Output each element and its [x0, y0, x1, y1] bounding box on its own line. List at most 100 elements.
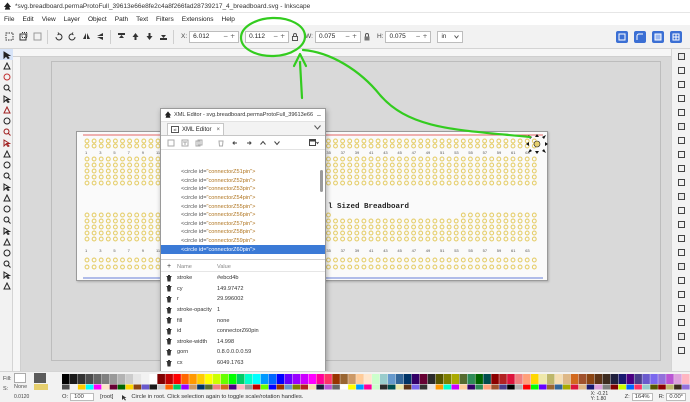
tree-scrollbar[interactable]	[320, 170, 323, 192]
minimize-icon[interactable]: –	[313, 112, 325, 119]
paste-icon[interactable]	[672, 189, 690, 203]
add-attribute-button[interactable]: +	[161, 263, 177, 270]
tweak-tool-icon[interactable]	[0, 71, 13, 82]
attribute-row[interactable]: cy 149.97472	[161, 284, 325, 295]
layers-icon[interactable]	[672, 343, 690, 357]
new-element-node-icon[interactable]	[165, 138, 177, 148]
gradient-tool-icon[interactable]	[0, 236, 13, 247]
menu-extensions[interactable]: Extensions	[178, 16, 218, 23]
delete-attribute-icon[interactable]	[161, 274, 177, 282]
xml-editor-titlebar[interactable]: XML Editor - svg.breadboard.permaProtoFu…	[161, 109, 325, 122]
fill-stroke-icon[interactable]	[672, 301, 690, 315]
attribute-row[interactable]: cx 6049.1763	[161, 358, 325, 369]
h-stepper[interactable]: − +	[416, 33, 428, 40]
unit-select[interactable]: in	[437, 30, 464, 43]
flip-horizontal-icon[interactable]	[81, 32, 91, 42]
connector-tool-icon[interactable]	[0, 269, 13, 280]
ungroup-icon[interactable]	[672, 287, 690, 301]
attribute-row[interactable]: stroke-opacity 1	[161, 305, 325, 316]
raise-node-icon[interactable]	[257, 138, 269, 148]
open-file-icon[interactable]	[672, 63, 690, 77]
xml-editor-icon[interactable]	[672, 315, 690, 329]
delete-attribute-icon[interactable]	[161, 285, 177, 292]
clone-icon[interactable]	[672, 259, 690, 273]
zoom-input[interactable]: 164%	[631, 393, 653, 401]
close-tab-icon[interactable]: ×	[216, 127, 220, 133]
lower-to-bottom-icon[interactable]	[158, 32, 168, 42]
move-gradients-toggle-icon[interactable]	[652, 30, 664, 43]
tree-node[interactable]: <circle id= "connectorZ58pin">	[161, 228, 325, 237]
y-stepper[interactable]: − +	[273, 33, 285, 40]
select-all-icon[interactable]	[4, 32, 14, 42]
delete-node-icon[interactable]	[215, 138, 227, 148]
indent-node-icon[interactable]	[243, 138, 255, 148]
flip-vertical-icon[interactable]	[95, 32, 105, 42]
new-document-icon[interactable]	[672, 49, 690, 63]
tree-node[interactable]: <circle id= "connectorZ55pin">	[161, 202, 325, 211]
deselect-icon[interactable]	[32, 32, 42, 42]
tab-xml-editor[interactable]: xl XML Editor ×	[167, 123, 224, 135]
redo-icon[interactable]	[672, 147, 690, 161]
x-field[interactable]: 6.012 − +	[189, 30, 240, 43]
fill-swatch[interactable]	[34, 373, 46, 383]
xml-editor-window[interactable]: XML Editor - svg.breadboard.permaProtoFu…	[160, 108, 326, 373]
x-stepper[interactable]: − +	[223, 33, 235, 40]
pencil-tool-icon[interactable]	[0, 159, 13, 170]
delete-attribute-icon[interactable]	[161, 295, 177, 303]
menu-help[interactable]: Help	[218, 16, 239, 23]
tree-node[interactable]: <circle id= "connectorZ54pin">	[161, 194, 325, 203]
calligraphy-tool-icon[interactable]	[0, 181, 13, 192]
raise-icon[interactable]	[130, 32, 140, 42]
box-3d-tool-icon[interactable]	[0, 115, 13, 126]
vertical-ruler[interactable]	[13, 57, 21, 371]
tree-node[interactable]: <circle id= "connectorZ51pin">	[161, 168, 325, 177]
horizontal-ruler[interactable]	[13, 49, 671, 57]
duplicate-node-icon[interactable]	[193, 138, 205, 148]
raise-to-top-icon[interactable]	[116, 32, 126, 42]
layout-menu-icon[interactable]	[308, 138, 320, 148]
import-icon[interactable]	[672, 105, 690, 119]
dropper-tool-icon[interactable]	[0, 258, 13, 269]
no-fill-swatch[interactable]	[14, 373, 26, 383]
menu-filters[interactable]: Filters	[152, 16, 178, 23]
menu-path[interactable]: Path	[111, 16, 132, 23]
delete-attribute-icon[interactable]	[161, 317, 177, 324]
fill-stroke-indicator[interactable]: Fill: S: None 0.0120	[0, 372, 60, 402]
attribute-row[interactable]: id connectorZ60pin	[161, 326, 325, 337]
tree-node[interactable]: <circle id= "connectorZ53pin">	[161, 185, 325, 194]
delete-attribute-icon[interactable]	[161, 306, 177, 314]
menu-layer[interactable]: Layer	[60, 16, 84, 23]
color-palette[interactable]	[62, 374, 690, 390]
move-patterns-toggle-icon[interactable]	[670, 30, 682, 43]
menu-view[interactable]: View	[38, 16, 60, 23]
attribute-row[interactable]: stroke-width 14.998	[161, 337, 325, 348]
menu-edit[interactable]: Edit	[18, 16, 37, 23]
selector-tool-icon[interactable]	[0, 49, 13, 60]
select-all-layers-icon[interactable]	[18, 32, 28, 42]
delete-attribute-icon[interactable]	[161, 327, 177, 335]
stroke-swatch[interactable]	[34, 384, 48, 390]
print-icon[interactable]	[672, 91, 690, 105]
cut-icon[interactable]	[672, 175, 690, 189]
zoom-tool-icon[interactable]	[0, 82, 13, 93]
w-stepper[interactable]: − +	[345, 33, 357, 40]
attribute-row[interactable]: fill none	[161, 315, 325, 326]
zoom-page-icon[interactable]	[672, 231, 690, 245]
zoom-selection-icon[interactable]	[672, 203, 690, 217]
xml-node-tree[interactable]: <circle id= "connectorZ51pin"> <circle id=…	[161, 164, 325, 260]
measure-tool-icon[interactable]	[0, 93, 13, 104]
lpe-tool-icon[interactable]	[0, 280, 13, 291]
delete-attribute-icon[interactable]	[161, 359, 177, 367]
copy-icon[interactable]	[672, 161, 690, 175]
menu-file[interactable]: File	[0, 16, 18, 23]
selection-rotate-handles-icon[interactable]	[525, 133, 549, 155]
text-tool-icon[interactable]	[0, 192, 13, 203]
opacity-input[interactable]: 100	[70, 393, 95, 401]
tree-node[interactable]: <circle id= "connectorZ52pin">	[161, 177, 325, 186]
y-field[interactable]: 0.112 − +	[245, 30, 290, 43]
menu-object[interactable]: Object	[84, 16, 111, 23]
lock-icon[interactable]	[363, 32, 371, 42]
tree-node[interactable]: <circle id= "connectorZ59pin">	[161, 237, 325, 246]
attribute-row[interactable]: gorn 0.8.0.0.0.0.59	[161, 347, 325, 358]
bucket-tool-icon[interactable]	[0, 225, 13, 236]
